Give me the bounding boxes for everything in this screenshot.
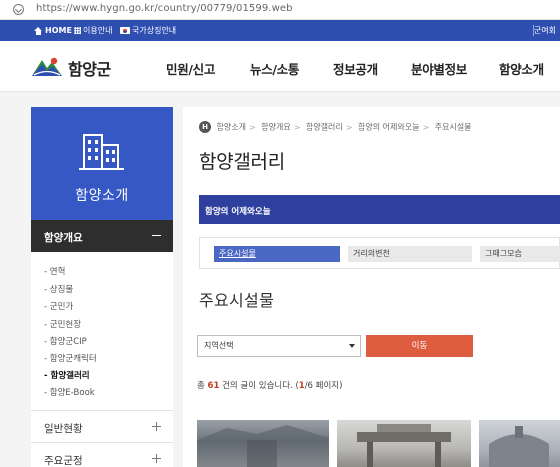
sidebar-item-gallery[interactable]: - 함양갤러리	[44, 369, 90, 381]
breadcrumb-item[interactable]: 함양의 어제와오늘	[358, 123, 419, 132]
url-text[interactable]: https://www.hygn.go.kr/country/00779/015…	[36, 3, 293, 14]
browser-address-bar[interactable]: https://www.hygn.go.kr/country/00779/015…	[0, 0, 560, 20]
category-bar: 함양의 어제와오늘	[199, 195, 560, 224]
breadcrumb-current: 주요시설물	[434, 122, 472, 132]
sidebar-item-ebook[interactable]: - 함양E-Book	[44, 386, 95, 398]
category-label[interactable]: 함양의 어제와오늘	[205, 205, 271, 217]
home-link[interactable]: HOME	[34, 24, 72, 37]
main-content: H 함양소개 > 함양개요 > 함양갤러리 > 함양의 어제와오늘 > 주요시설물 함양…	[183, 107, 560, 467]
breadcrumb-separator: >	[345, 122, 353, 132]
photo-image	[489, 426, 549, 467]
site-logo[interactable]: 함양군	[30, 54, 130, 80]
tab-streets[interactable]: 거리의변천	[348, 246, 472, 262]
home-icon	[34, 26, 43, 35]
page-title: 함양갤러리	[199, 151, 285, 173]
sidebar-title: 함양소개	[75, 188, 129, 204]
guide-link[interactable]: 이용안내	[74, 24, 112, 37]
utility-bar: HOME 이용안내 국가상징안내 군여회	[0, 20, 560, 41]
sidebar-header: 함양소개	[31, 107, 173, 220]
photo-image	[197, 425, 329, 467]
sidebar-section-label: 일반현황	[44, 423, 83, 435]
logo-mark-icon	[32, 57, 62, 76]
nav-item-intro[interactable]: 함양소개	[499, 59, 544, 78]
national-symbol-label: 국가상징안내	[132, 26, 177, 35]
section-title: 주요시설물	[199, 291, 275, 310]
breadcrumb-item[interactable]: 함양소개	[217, 123, 246, 132]
go-button[interactable]: 이동	[366, 335, 473, 357]
sidebar-section-label: 함양개요	[44, 232, 83, 244]
site-header: 함양군 민원/신고 뉴스/소통 정보공개 분야별정보 함양소개	[0, 41, 560, 92]
chevron-down-icon	[349, 344, 355, 348]
national-symbol-link[interactable]: 국가상징안내	[120, 24, 176, 37]
info-icon[interactable]	[13, 4, 24, 15]
gallery-thumbnail[interactable]	[197, 420, 329, 467]
utility-right-link[interactable]: 군여회	[534, 24, 556, 37]
breadcrumb-item[interactable]: 함양갤러리	[306, 123, 343, 132]
nav-item-fields[interactable]: 분야별정보	[411, 59, 467, 78]
collapse-icon[interactable]	[152, 235, 161, 236]
building-icon	[79, 134, 124, 170]
flag-icon	[120, 27, 130, 34]
nav-item-disclosure[interactable]: 정보공개	[333, 59, 378, 78]
sidebar-section-status[interactable]: 일반현황	[31, 410, 173, 442]
region-select-value: 지역선택	[204, 341, 234, 350]
sidebar-section-label: 주요군정	[44, 455, 83, 467]
breadcrumb-item[interactable]: 함양개요	[261, 123, 290, 132]
breadcrumb-home-icon[interactable]: H	[199, 121, 211, 133]
tab-facilities[interactable]: 주요시설물	[214, 246, 340, 262]
gallery-thumbnail[interactable]	[337, 420, 471, 467]
sidebar-item-cip[interactable]: - 함양군CIP	[44, 335, 87, 347]
gallery-thumbnail[interactable]	[479, 420, 560, 467]
grid-icon	[74, 27, 81, 34]
expand-icon[interactable]	[152, 422, 161, 431]
sidebar-sub-list: - 연혁 - 상징물 - 군민가 - 군민헌장 - 함양군CIP - 함양군캐릭…	[31, 252, 173, 410]
sidebar-section-policy[interactable]: 주요군정	[31, 442, 173, 467]
guide-label: 이용안내	[83, 26, 113, 35]
sidebar-item-symbols[interactable]: - 상징물	[44, 283, 73, 295]
sidebar-item-charter[interactable]: - 군민헌장	[44, 318, 81, 330]
sidebar-item-character[interactable]: - 함양군캐릭터	[44, 352, 97, 364]
breadcrumb-separator: >	[249, 122, 256, 132]
nav-item-civil[interactable]: 민원/신고	[166, 59, 215, 78]
sidebar-item-history[interactable]: - 연혁	[44, 265, 65, 277]
result-count: 총 61 건의 글이 있습니다. (1/6 페이지)	[197, 381, 343, 391]
tab-old-scenes[interactable]: 그때그모습	[480, 246, 560, 262]
home-label: HOME	[45, 26, 72, 35]
sidebar-section-overview[interactable]: 함양개요	[31, 220, 173, 252]
region-select[interactable]: 지역선택	[197, 335, 361, 357]
sidebar-item-song[interactable]: - 군민가	[44, 300, 73, 312]
photo-image	[357, 424, 451, 467]
breadcrumb-separator: >	[422, 122, 430, 132]
nav-item-news[interactable]: 뉴스/소통	[250, 59, 299, 78]
breadcrumb: H 함양소개 > 함양개요 > 함양갤러리 > 함양의 어제와오늘 > 주요시설물	[199, 121, 472, 133]
expand-icon[interactable]	[152, 454, 161, 463]
tab-list: 주요시설물 거리의변천 그때그모습	[199, 237, 560, 269]
total-count: 61	[207, 381, 220, 391]
logo-text: 함양군	[68, 60, 111, 79]
breadcrumb-separator: >	[293, 122, 301, 132]
